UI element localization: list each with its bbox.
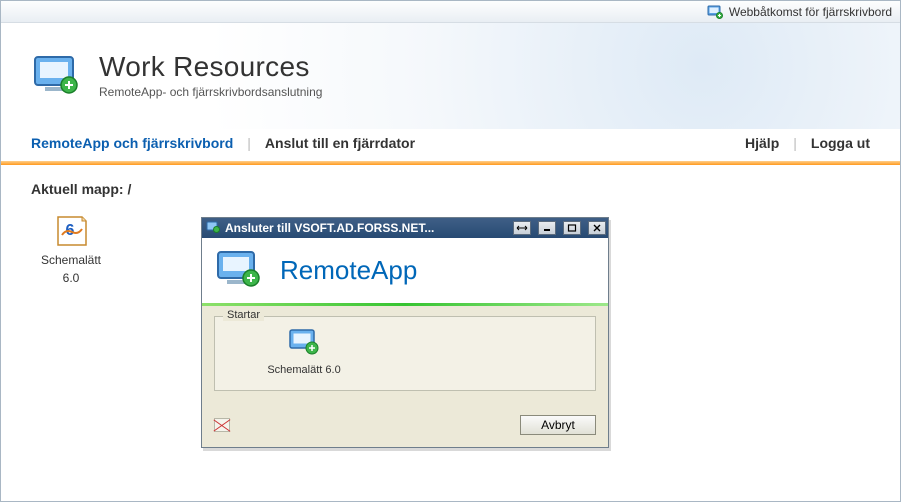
app-icon: 6 xyxy=(52,211,90,249)
starting-app-label: Schemalätt 6.0 xyxy=(267,364,340,376)
groupbox-legend: Startar xyxy=(223,309,264,321)
broken-image-icon xyxy=(214,418,230,432)
current-folder-label: Aktuell mapp: / xyxy=(31,181,870,197)
tab-remoteapp[interactable]: RemoteApp och fjärrskrivbord xyxy=(31,135,233,151)
remote-desktop-icon xyxy=(707,4,723,19)
tab-connect-remote[interactable]: Anslut till en fjärrdator xyxy=(265,135,415,151)
dialog-title-icon xyxy=(206,221,220,236)
maximize-button[interactable] xyxy=(563,221,581,235)
app-tile-schemalatt[interactable]: 6 Schemalätt 6.0 xyxy=(31,211,111,285)
app-label-line2: 6.0 xyxy=(63,271,80,285)
nav-separator: | xyxy=(247,135,251,151)
restore-size-button[interactable] xyxy=(513,221,531,235)
dialog-titlebar[interactable]: Ansluter till VSOFT.AD.FORSS.NET... xyxy=(202,218,608,238)
help-link[interactable]: Hjälp xyxy=(745,135,779,151)
minimize-button[interactable] xyxy=(538,221,556,235)
top-system-bar: Webbåtkomst för fjärrskrivbord xyxy=(1,1,900,23)
page-title: Work Resources xyxy=(99,51,322,83)
remoteapp-brand-label: RemoteApp xyxy=(280,255,417,286)
work-resources-logo xyxy=(31,53,83,97)
connecting-dialog: Ansluter till VSOFT.AD.FORSS.NET... Remo… xyxy=(201,217,609,448)
cancel-button[interactable]: Avbryt xyxy=(520,415,596,435)
starting-app-item: Schemalätt 6.0 xyxy=(259,327,349,376)
nav-separator: | xyxy=(793,135,797,151)
page-subtitle: RemoteApp- och fjärrskrivbordsanslutning xyxy=(99,85,322,99)
page-header: Work Resources RemoteApp- och fjärrskriv… xyxy=(1,23,900,129)
starting-groupbox: Startar Schemalätt 6.0 xyxy=(214,316,596,391)
app-label-line1: Schemalätt xyxy=(41,253,101,267)
dialog-title: Ansluter till VSOFT.AD.FORSS.NET... xyxy=(225,221,506,235)
rdweb-access-link[interactable]: Webbåtkomst för fjärrskrivbord xyxy=(729,5,892,19)
starting-app-icon xyxy=(287,327,321,360)
remoteapp-logo-icon xyxy=(214,248,264,293)
dialog-header-panel: RemoteApp xyxy=(202,238,608,303)
logout-link[interactable]: Logga ut xyxy=(811,135,870,151)
nav-bar: RemoteApp och fjärrskrivbord | Anslut ti… xyxy=(1,129,900,161)
close-button[interactable] xyxy=(588,221,606,235)
